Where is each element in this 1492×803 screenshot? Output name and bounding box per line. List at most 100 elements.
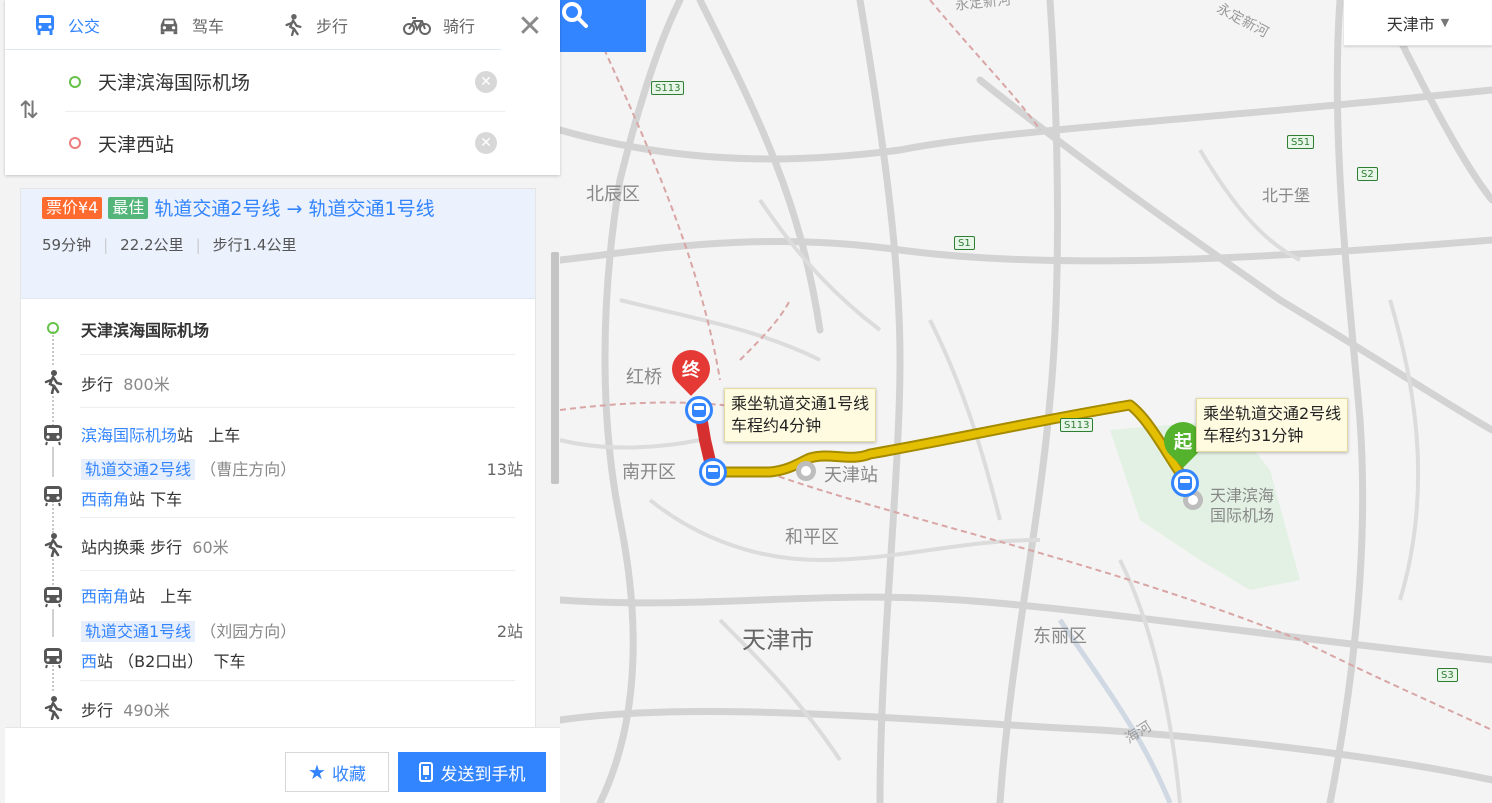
tab-drive[interactable]: 驾车 (129, 0, 253, 49)
station-suffix: 站 (129, 587, 146, 606)
road-shield-s113: S113 (651, 81, 685, 95)
city-selector[interactable]: 天津市 ▼ (1344, 0, 1492, 46)
send-to-phone-button[interactable]: 发送到手机 (398, 752, 546, 792)
step-transfer: 站内换乘 步行 60米 (21, 518, 535, 571)
subway-icon (41, 484, 65, 508)
step-walk: 步行 490米 (21, 681, 535, 727)
transit-line-tag[interactable]: 轨道交通2号线 (81, 459, 196, 480)
favorite-button[interactable]: ★ 收藏 (285, 752, 389, 792)
alight-station-link[interactable]: 西南角 (81, 490, 129, 509)
best-badge: 最佳 (108, 197, 149, 219)
end-pin-label: 终 (682, 360, 700, 381)
step-transit-leg-1: 滨海国际机场站 上车 轨道交通2号线 （曹庄方向） 13站 西南角站 下车 (21, 408, 535, 518)
search-button[interactable] (560, 0, 646, 52)
subway-icon (41, 423, 65, 447)
clear-icon[interactable]: ✕ (475, 70, 497, 93)
transfer-walk: 步行 (150, 538, 183, 557)
tab-bike-label: 骑行 (442, 16, 475, 36)
bike-icon (402, 16, 431, 35)
board-text: 西南角站 上车 (81, 583, 192, 607)
transit-line-tag[interactable]: 轨道交通1号线 (81, 621, 196, 642)
transfer-label: 站内换乘 (81, 538, 146, 557)
walk-label: 步行 (81, 375, 114, 394)
walk-icon (285, 13, 302, 36)
station-suffix: 站 (97, 652, 114, 671)
step-start-label: 天津滨海国际机场 (81, 321, 210, 340)
star-icon: ★ (308, 760, 326, 784)
subway-icon (41, 646, 65, 670)
alight-text: 西南角站 下车 (81, 486, 182, 510)
map-label-dongli: 东丽区 (1033, 626, 1087, 647)
board-action: 上车 (208, 426, 241, 445)
walk-icon (41, 533, 65, 557)
tab-walk-label: 步行 (315, 16, 348, 36)
destination-input[interactable]: 天津西站 (98, 130, 475, 157)
start-dot-icon (41, 316, 65, 340)
road-shield-s113: S113 (1060, 418, 1094, 432)
map-label-nankai: 南开区 (622, 462, 676, 483)
tab-walk[interactable]: 步行 (253, 0, 377, 49)
swap-icon[interactable]: ⇅ (19, 96, 39, 124)
alight-text: 西站 （B2口出） 下车 (81, 648, 245, 672)
bus-stop-marker[interactable] (685, 396, 713, 424)
station-suffix: 站 (177, 426, 194, 445)
panel-scrollbar[interactable] (551, 252, 559, 484)
bus-stop-marker[interactable] (1171, 469, 1199, 497)
station-suffix: 站 (129, 490, 146, 509)
board-station-link[interactable]: 西南角 (81, 587, 129, 606)
origin-input[interactable]: 天津滨海国际机场 (98, 68, 475, 95)
transfer-text: 站内换乘 步行 60米 (81, 534, 229, 558)
bus-stop-marker[interactable] (699, 458, 727, 486)
route-panel: 票价¥4 最佳 轨道交通2号线 → 轨道交通1号线 59分钟 | 22.2公里 | 步行1.… (0, 0, 560, 803)
board-action: 上车 (160, 587, 193, 606)
map-tooltip-line1: 乘坐轨道交通1号线 车程约4分钟 (724, 388, 877, 442)
tab-transit-label: 公交 (67, 16, 100, 36)
walk-icon (41, 696, 65, 720)
plan-distance: 22.2公里 (120, 236, 184, 254)
plan-duration: 59分钟 (42, 236, 92, 254)
alight-action: 下车 (213, 652, 246, 671)
close-icon[interactable]: ✕ (510, 6, 550, 46)
start-pin-label: 起 (1174, 432, 1192, 453)
stop-count: 13站 (486, 460, 523, 479)
search-icon (562, 2, 588, 28)
line-info: 轨道交通1号线 （刘园方向） (81, 618, 296, 642)
walk-icon (41, 370, 65, 394)
plan-walk: 步行1.4公里 (212, 236, 297, 254)
destination-field[interactable]: 天津西站 ✕ (65, 113, 505, 173)
tooltip-line-text: 乘坐轨道交通2号线 (1203, 404, 1342, 423)
travel-mode-tabs: 公交 驾车 步行 骑行 (5, 0, 501, 50)
tab-transit[interactable]: 公交 (5, 0, 129, 49)
board-station-link[interactable]: 滨海国际机场 (81, 426, 177, 445)
subway-icon (41, 585, 65, 609)
map-label-heping: 和平区 (785, 527, 839, 548)
road-shield-s2: S2 (1357, 167, 1378, 181)
route-plan-card: 票价¥4 最佳 轨道交通2号线 → 轨道交通1号线 59分钟 | 22.2公里 | 步行1.… (20, 188, 536, 728)
route-search-card: 公交 驾车 步行 骑行 ✕ ⇅ 天津滨海国际机场 ✕ 天津西站 ✕ (5, 0, 560, 175)
clear-icon[interactable]: ✕ (475, 132, 497, 154)
walk-distance: 490米 (123, 701, 170, 720)
plan-title-block: 票价¥4 最佳 轨道交通2号线 → 轨道交通1号线 (42, 193, 514, 226)
line-info: 轨道交通2号线 （曹庄方向） (81, 456, 296, 480)
alight-station-link[interactable]: 西 (81, 652, 97, 671)
send-to-phone-label: 发送到手机 (440, 764, 526, 785)
transfer-distance: 60米 (192, 538, 229, 557)
map-tooltip-line2: 乘坐轨道交通2号线 车程约31分钟 (1196, 398, 1349, 452)
car-icon (160, 18, 178, 34)
direction-text: （刘园方向） (200, 622, 297, 641)
map-label-airport-2: 国际机场 (1210, 506, 1275, 525)
map-label-tianjin-station: 天津站 (824, 465, 878, 486)
panel-footer: ★ 收藏 发送到手机 (5, 727, 560, 803)
exit-text: （B2口出） (118, 652, 204, 671)
origin-field[interactable]: 天津滨海国际机场 ✕ (65, 52, 505, 112)
plan-summary[interactable]: 票价¥4 最佳 轨道交通2号线 → 轨道交通1号线 59分钟 | 22.2公里 | 步行1.… (21, 189, 535, 299)
alight-action: 下车 (150, 490, 183, 509)
step-walk: 步行 800米 (21, 355, 535, 408)
plan-meta: 59分钟 | 22.2公里 | 步行1.4公里 (42, 236, 297, 254)
tab-bike[interactable]: 骑行 (377, 0, 501, 49)
plan-title: 轨道交通2号线 → 轨道交通1号线 (154, 198, 435, 220)
favorite-label: 收藏 (331, 764, 366, 785)
map-label-hongqiao: 红桥 (626, 367, 662, 388)
stop-count: 2站 (496, 622, 523, 641)
walk-label: 步行 (81, 701, 114, 720)
